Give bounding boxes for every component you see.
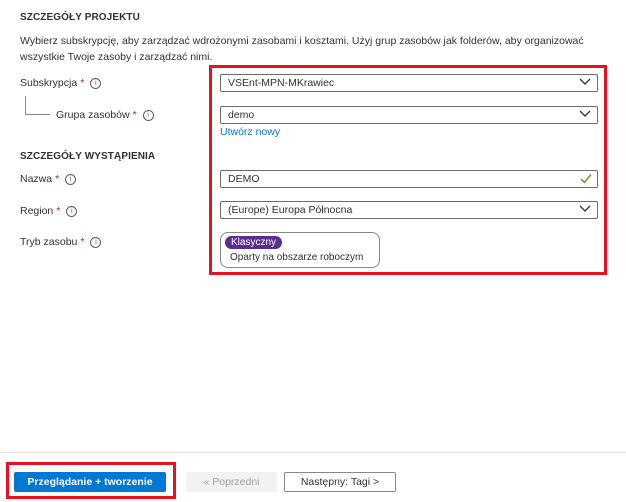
resource-group-label-row: Grupa zasobów * i [56,109,154,121]
resource-group-label: Grupa zasobów [56,109,130,121]
instance-details-heading: SZCZEGÓŁY WYSTĄPIENIA [20,151,156,162]
footer-divider [0,452,626,453]
region-label-row: Region * i [20,205,78,217]
required-marker: * [55,173,60,185]
required-marker: * [132,109,137,121]
name-label-row: Nazwa * i [20,173,77,185]
region-label: Region [20,205,54,217]
required-marker: * [80,77,85,89]
tree-connector-horizontal [25,114,50,115]
next-tags-button[interactable]: Następny: Tagi > [284,472,396,492]
resource-mode-label: Tryb zasobu [20,236,78,248]
project-details-heading: SZCZEGÓŁY PROJEKTU [20,12,140,23]
info-icon[interactable]: i [90,236,102,248]
subscription-label: Subskrypcja [20,77,78,89]
name-label: Nazwa [20,173,53,185]
required-marker: * [56,205,61,217]
info-icon[interactable]: i [66,205,78,217]
subscription-label-row: Subskrypcja * i [20,77,102,89]
required-marker: * [80,236,85,248]
tree-connector-vertical [25,96,26,115]
resource-mode-label-row: Tryb zasobu * i [20,236,102,248]
info-icon[interactable]: i [65,173,77,185]
info-icon[interactable]: i [142,109,154,121]
project-description: Wybierz subskrypcję, aby zarządzać wdroż… [20,35,584,63]
info-icon[interactable]: i [90,77,102,89]
highlight-box-form [209,65,607,275]
highlight-box-review-button [6,462,176,499]
previous-button[interactable]: « Poprzedni [186,472,277,492]
